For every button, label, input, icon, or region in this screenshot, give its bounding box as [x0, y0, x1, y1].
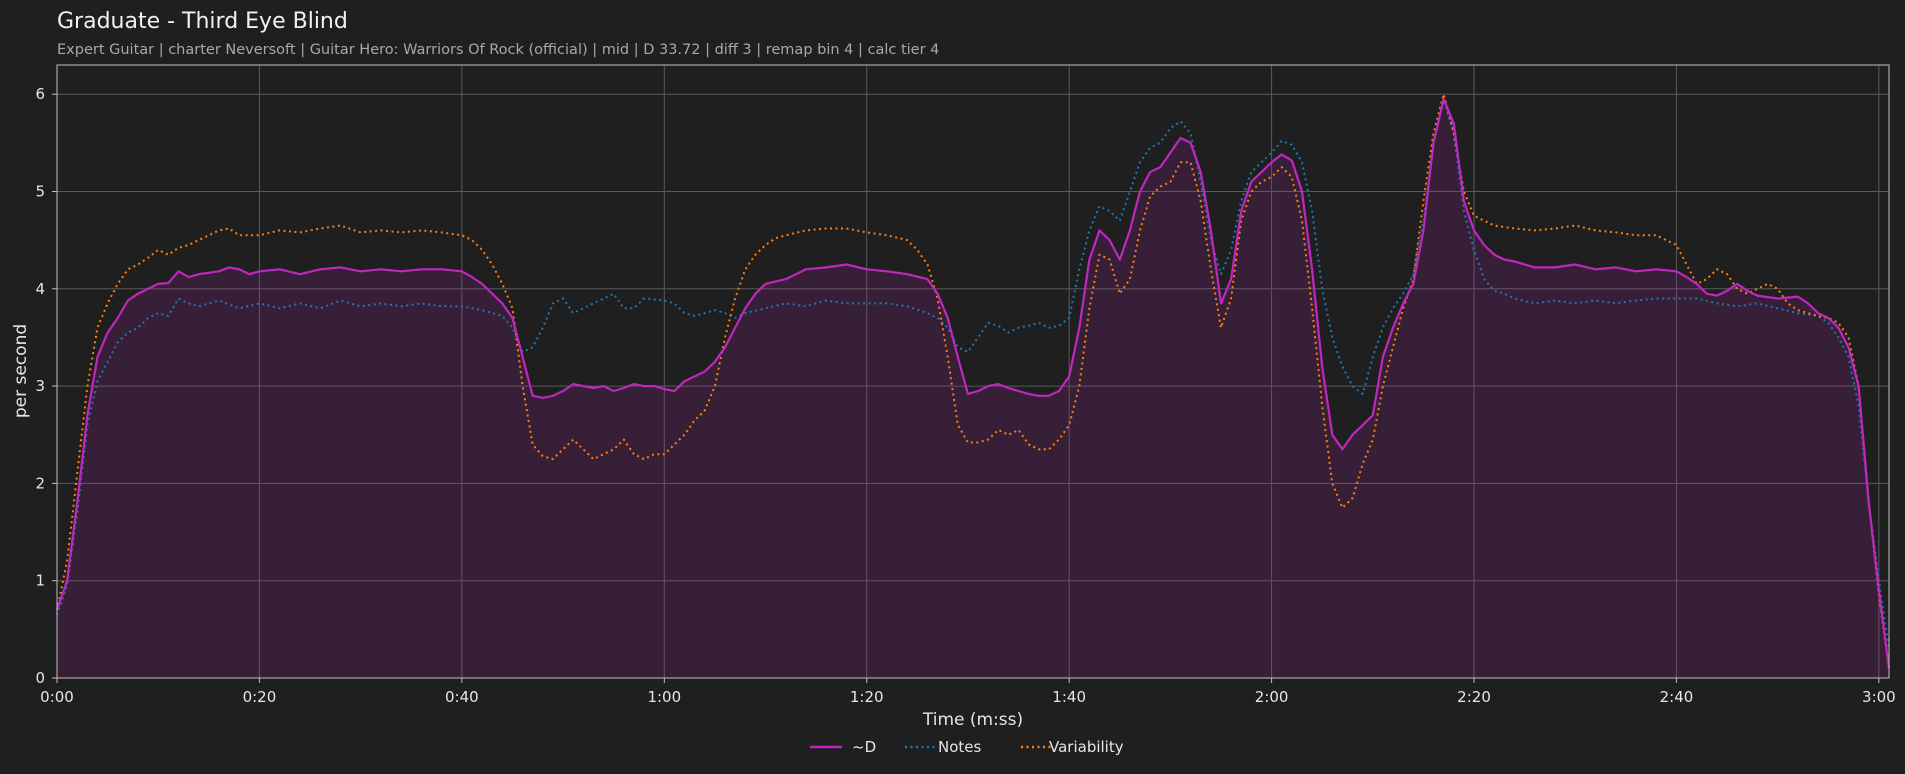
y-tick-label: 1: [35, 572, 45, 590]
x-tick-label: 0:00: [40, 688, 74, 706]
y-tick-label: 6: [35, 85, 45, 103]
x-tick-label: 1:40: [1052, 688, 1086, 706]
y-tick-label: 0: [35, 669, 45, 687]
x-tick-label: 3:00: [1862, 688, 1896, 706]
chart-title: Graduate - Third Eye Blind: [57, 9, 348, 34]
y-tick-label: 5: [35, 182, 45, 200]
y-tick-label: 2: [35, 474, 45, 492]
x-tick-label: 1:00: [647, 688, 681, 706]
legend-label-notes: Notes: [938, 738, 982, 756]
chart-canvas: Graduate - Third Eye Blind Expert Guitar…: [11, 9, 1896, 756]
x-tick-label: 2:20: [1457, 688, 1491, 706]
x-tick-label: 0:40: [445, 688, 479, 706]
x-tick-label: 2:40: [1660, 688, 1694, 706]
x-axis-label: Time (m:ss): [922, 710, 1023, 730]
y-tick-label: 3: [35, 377, 45, 395]
y-axis-label: per second: [11, 324, 31, 418]
x-tick-label: 2:00: [1255, 688, 1289, 706]
chart: Graduate - Third Eye Blind Expert Guitar…: [0, 0, 1905, 774]
x-tick-label: 0:20: [243, 688, 277, 706]
legend: ~D Notes Variability: [810, 738, 1124, 756]
legend-label-variability: Variability: [1049, 738, 1124, 756]
legend-label-d: ~D: [852, 738, 876, 756]
chart-subtitle: Expert Guitar | charter Neversoft | Guit…: [57, 42, 939, 58]
y-tick-label: 4: [35, 280, 45, 298]
x-tick-label: 1:20: [850, 688, 884, 706]
